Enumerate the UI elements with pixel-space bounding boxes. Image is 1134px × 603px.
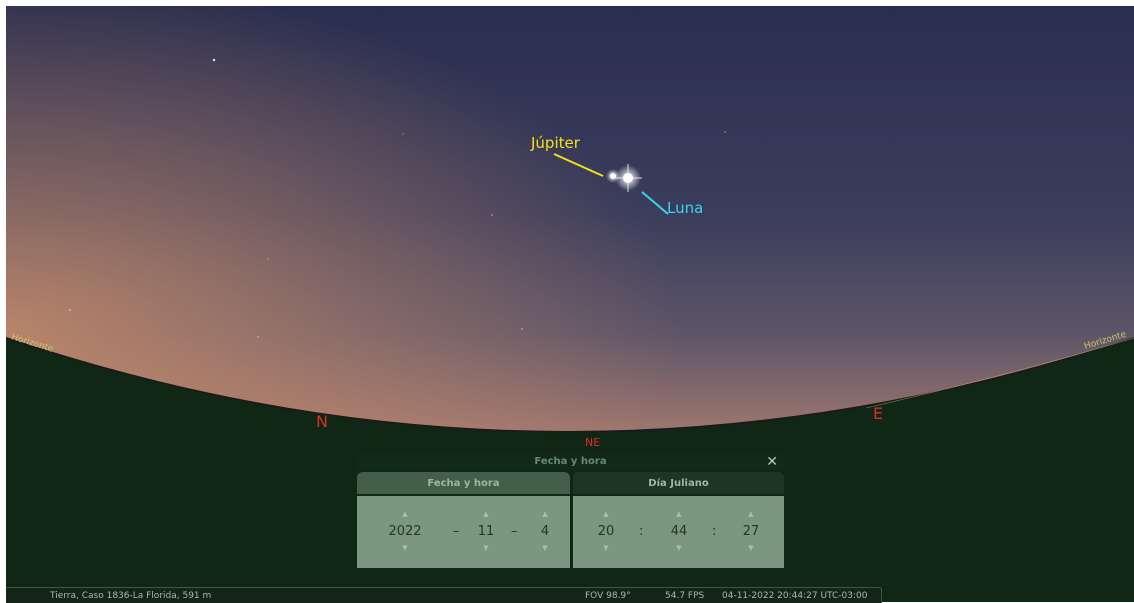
minute-value[interactable]: 44	[666, 524, 692, 539]
close-icon[interactable]: ✕	[766, 454, 778, 470]
cardinal-north: N	[316, 412, 328, 431]
status-location[interactable]: Tierra, Caso 1836-La Florida, 591 m	[50, 591, 211, 601]
time-separator: :	[639, 524, 644, 539]
date-panel: ▲ 2022 ▼ – ▲ 11 ▼ – ▲ 4 ▼	[357, 496, 570, 568]
year-spinbox[interactable]: ▲ 2022 ▼	[377, 496, 433, 568]
day-spinbox[interactable]: ▲ 4 ▼	[533, 496, 557, 568]
day-value[interactable]: 4	[533, 524, 557, 539]
tab-julian-day[interactable]: Día Juliano	[573, 472, 784, 494]
hour-up-arrow-icon[interactable]: ▲	[593, 510, 619, 518]
month-up-arrow-icon[interactable]: ▲	[473, 510, 499, 518]
hour-spinbox[interactable]: ▲ 20 ▼	[593, 496, 619, 568]
year-up-arrow-icon[interactable]: ▲	[377, 510, 433, 518]
second-up-arrow-icon[interactable]: ▲	[738, 510, 764, 518]
status-fov: FOV 98.9°	[585, 591, 631, 601]
day-down-arrow-icon[interactable]: ▼	[533, 544, 557, 552]
year-down-arrow-icon[interactable]: ▼	[377, 544, 433, 552]
month-value[interactable]: 11	[473, 524, 499, 539]
moon-label-text: Luna	[667, 199, 704, 217]
date-separator: –	[511, 524, 518, 539]
jupiter-label-text: Júpiter	[531, 134, 580, 152]
hour-value[interactable]: 20	[593, 524, 619, 539]
date-separator: –	[453, 524, 460, 539]
second-spinbox[interactable]: ▲ 27 ▼	[738, 496, 764, 568]
status-fps: 54.7 FPS	[665, 591, 705, 601]
second-down-arrow-icon[interactable]: ▼	[738, 544, 764, 552]
cardinal-east: E	[873, 404, 884, 423]
time-separator: :	[712, 524, 717, 539]
minute-up-arrow-icon[interactable]: ▲	[666, 510, 692, 518]
year-value[interactable]: 2022	[377, 524, 433, 539]
minute-spinbox[interactable]: ▲ 44 ▼	[666, 496, 692, 568]
dialog-titlebar[interactable]: Fecha y hora ✕	[357, 454, 784, 470]
jupiter-label: Júpiter	[531, 134, 580, 152]
tab-date-time-label: Fecha y hora	[427, 478, 500, 489]
time-panel: ▲ 20 ▼ : ▲ 44 ▼ : ▲ 27 ▼	[573, 496, 784, 568]
tab-julian-day-label: Día Juliano	[648, 478, 709, 489]
second-value[interactable]: 27	[738, 524, 764, 539]
month-spinbox[interactable]: ▲ 11 ▼	[473, 496, 499, 568]
minute-down-arrow-icon[interactable]: ▼	[666, 544, 692, 552]
moon-label: Luna	[667, 199, 703, 217]
day-up-arrow-icon[interactable]: ▲	[533, 510, 557, 518]
cardinal-northeast: NE	[585, 436, 601, 449]
hour-down-arrow-icon[interactable]: ▼	[593, 544, 619, 552]
month-down-arrow-icon[interactable]: ▼	[473, 544, 499, 552]
status-datetime[interactable]: 04-11-2022 20:44:27 UTC-03:00	[722, 591, 867, 601]
status-bar: Tierra, Caso 1836-La Florida, 591 m FOV …	[6, 587, 882, 603]
date-time-dialog: Fecha y hora ✕ Fecha y hora Día Juliano …	[357, 454, 784, 570]
tab-date-time[interactable]: Fecha y hora	[357, 472, 570, 494]
dialog-title: Fecha y hora	[534, 456, 607, 467]
